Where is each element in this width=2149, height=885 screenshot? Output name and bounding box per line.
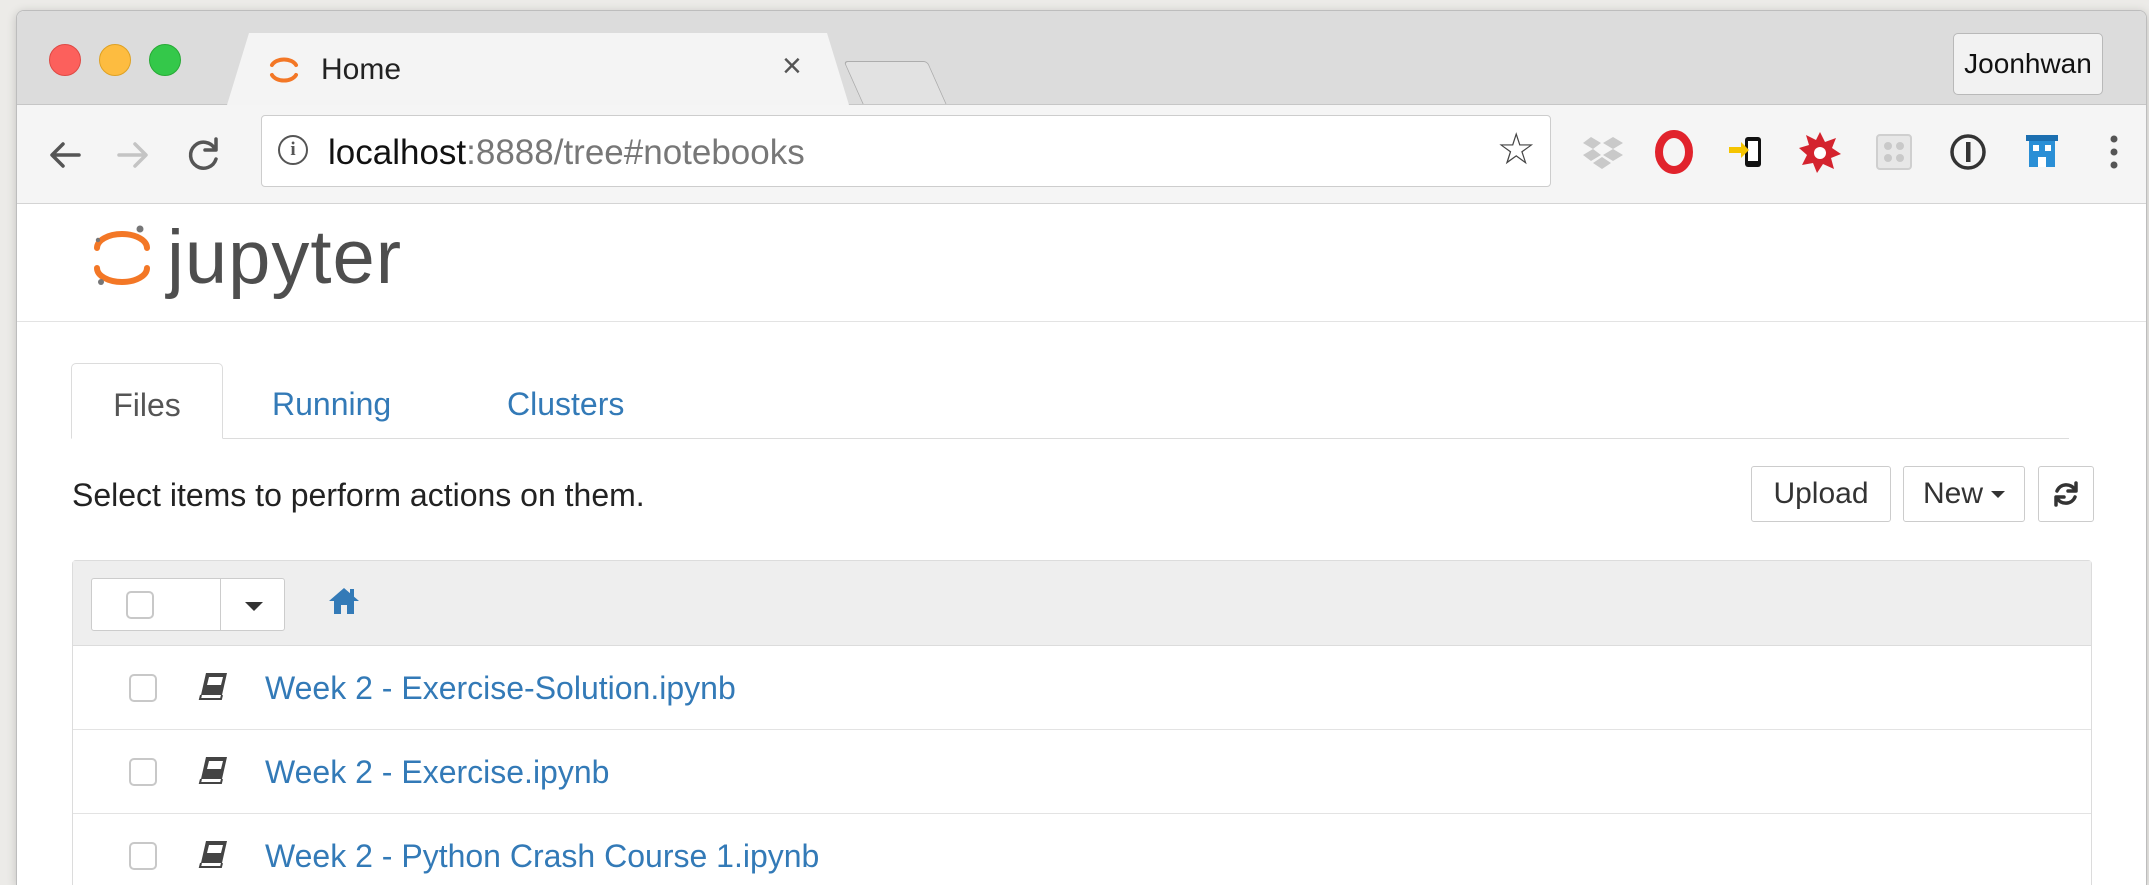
new-button-label: New — [1922, 477, 1983, 510]
reload-icon[interactable] — [179, 131, 227, 179]
select-all-checkbox[interactable] — [126, 591, 154, 619]
file-checkbox[interactable] — [129, 842, 157, 870]
onepassword-icon[interactable] — [1945, 129, 1991, 175]
file-row[interactable]: Week 2 - Exercise.ipynb — [73, 730, 2091, 814]
notebook-icon — [198, 757, 227, 784]
opera-icon[interactable] — [1651, 129, 1697, 175]
select-group-divider — [220, 579, 221, 630]
file-link[interactable]: Week 2 - Exercise.ipynb — [265, 754, 609, 791]
tab-title: Home — [321, 53, 402, 86]
upload-button[interactable]: Upload — [1751, 466, 1891, 522]
file-checkbox[interactable] — [129, 758, 157, 786]
jupyter-logo-text: jupyter — [167, 215, 403, 300]
notebook-icon — [198, 673, 227, 700]
jupyter-logo-icon — [94, 225, 150, 285]
jupyter-logo[interactable]: jupyter — [91, 220, 402, 296]
caret-down-icon — [1991, 490, 2005, 498]
profile-button[interactable]: Joonhwan — [1953, 33, 2103, 95]
browser-tab-home[interactable]: Home × — [227, 33, 849, 105]
red-badge-icon[interactable] — [1797, 129, 1843, 175]
notebook-tabs: Files Running Clusters — [71, 363, 2069, 439]
back-arrow-icon[interactable] — [41, 131, 89, 179]
select-all-group — [91, 578, 285, 631]
home-icon[interactable] — [327, 585, 361, 617]
tab-clusters[interactable]: Clusters — [507, 363, 624, 438]
browser-window: Home × Joonhwan i localhost:8888/tree#no… — [16, 10, 2147, 885]
url-path: :8888/tree#notebooks — [466, 133, 805, 172]
address-bar[interactable]: i localhost:8888/tree#notebooks ☆ — [261, 115, 1551, 187]
building-icon[interactable] — [2019, 129, 2065, 175]
new-button[interactable]: New — [1903, 466, 2025, 522]
tab-strip: Home × Joonhwan — [17, 11, 2146, 105]
dropbox-icon[interactable] — [1579, 129, 1625, 175]
tab-running[interactable]: Running — [272, 363, 391, 438]
file-list-header — [73, 561, 2091, 646]
file-checkbox[interactable] — [129, 674, 157, 702]
file-row[interactable]: Week 2 - Exercise-Solution.ipynb — [73, 646, 2091, 730]
tab-files[interactable]: Files — [71, 363, 223, 439]
url-host: localhost — [328, 133, 467, 172]
refresh-icon — [2054, 481, 2078, 507]
file-link[interactable]: Week 2 - Exercise-Solution.ipynb — [265, 670, 736, 707]
notebook-icon — [198, 841, 227, 868]
file-row[interactable]: Week 2 - Python Crash Course 1.ipynb — [73, 814, 2091, 885]
browser-toolbar: i localhost:8888/tree#notebooks ☆ — [17, 105, 2146, 204]
kebab-menu-icon[interactable] — [2091, 129, 2137, 175]
file-link[interactable]: Week 2 - Python Crash Course 1.ipynb — [265, 838, 819, 875]
jupyter-header: jupyter — [17, 204, 2146, 322]
refresh-button[interactable] — [2038, 466, 2094, 522]
new-tab-button[interactable] — [843, 61, 947, 104]
info-icon[interactable]: i — [278, 135, 308, 165]
forward-arrow-icon[interactable] — [109, 131, 157, 179]
jupyter-page: jupyter Files Running Clusters Select it… — [17, 204, 2146, 885]
minimize-window-button[interactable] — [99, 44, 131, 76]
selection-hint: Select items to perform actions on them. — [72, 477, 645, 513]
star-icon[interactable]: ☆ — [1497, 125, 1536, 175]
tab-close-icon[interactable]: × — [782, 47, 802, 86]
close-window-button[interactable] — [49, 44, 81, 76]
zoom-window-button[interactable] — [149, 44, 181, 76]
url-text[interactable]: localhost:8888/tree#notebooks — [328, 133, 805, 173]
select-dropdown-caret-icon[interactable] — [245, 602, 263, 611]
jupyter-favicon-icon — [267, 53, 301, 87]
file-list: Week 2 - Exercise-Solution.ipynb Week 2 … — [72, 560, 2092, 885]
phone-arrow-icon[interactable] — [1725, 129, 1771, 175]
grid-icon[interactable] — [1871, 129, 1917, 175]
